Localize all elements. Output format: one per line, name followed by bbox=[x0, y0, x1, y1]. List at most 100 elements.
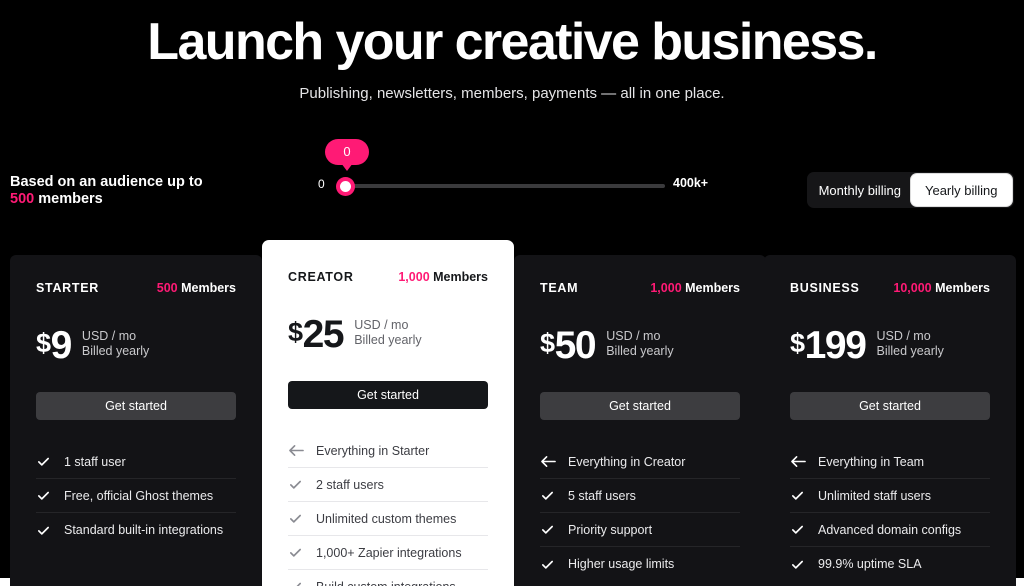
feature-label: 99.9% uptime SLA bbox=[818, 557, 922, 571]
plan-billing-note: Billed yearly bbox=[354, 333, 422, 347]
feature-label: Higher usage limits bbox=[568, 557, 675, 571]
feature-item: 99.9% uptime SLA bbox=[790, 547, 990, 581]
plan-price-row: $50 USD / mo Billed yearly bbox=[540, 325, 740, 371]
plan-members-label: Members bbox=[681, 281, 740, 295]
plan-members: 1,000 Members bbox=[650, 281, 740, 295]
slider-handle[interactable] bbox=[336, 177, 355, 196]
feature-item: Everything in Team bbox=[790, 445, 990, 479]
plan-name: CREATOR bbox=[288, 270, 354, 284]
pricing-card-starter: STARTER 500 Members $9 USD / mo Billed y… bbox=[10, 255, 262, 586]
check-icon bbox=[36, 454, 64, 469]
feature-item: Standard built-in integrations bbox=[36, 513, 236, 547]
plan-price-meta: USD / mo Billed yearly bbox=[354, 314, 421, 348]
feature-item: 1 staff user bbox=[36, 445, 236, 479]
plan-members: 1,000 Members bbox=[398, 270, 488, 284]
card-header: CREATOR 1,000 Members bbox=[288, 270, 488, 288]
audience-summary: Based on an audience up to 500 members bbox=[10, 174, 260, 208]
plan-name: TEAM bbox=[540, 281, 579, 295]
plan-members-count: 1,000 bbox=[398, 270, 430, 284]
feature-label: 2 staff users bbox=[316, 477, 384, 492]
slider-track[interactable] bbox=[336, 184, 665, 188]
check-icon bbox=[36, 523, 64, 538]
check-icon bbox=[540, 522, 568, 537]
plan-price-row: $9 USD / mo Billed yearly bbox=[36, 325, 236, 371]
feature-label: Advanced domain configs bbox=[818, 522, 962, 537]
plan-members-count: 500 bbox=[156, 281, 178, 295]
plan-members: 500 Members bbox=[157, 281, 236, 295]
plan-feature-list: Everything in Creator 5 staff users Prio… bbox=[540, 445, 740, 581]
plan-price-row: $199 USD / mo Billed yearly bbox=[790, 325, 990, 371]
get-started-button[interactable]: Get started bbox=[36, 392, 236, 420]
plan-currency: $ bbox=[36, 328, 51, 358]
plan-price-unit: USD / mo bbox=[606, 329, 661, 343]
feature-item: Advanced domain configs bbox=[790, 513, 990, 547]
plan-currency: $ bbox=[288, 317, 303, 347]
feature-label: Standard built-in integrations bbox=[64, 523, 224, 537]
check-icon bbox=[790, 488, 818, 503]
audience-member-count: 500 bbox=[10, 191, 35, 207]
plan-members: 10,000 Members bbox=[893, 281, 990, 295]
plan-price: $50 bbox=[540, 324, 597, 367]
plan-amount: 50 bbox=[554, 324, 597, 367]
billing-period-toggle[interactable]: Monthly billing Yearly billing bbox=[807, 172, 1014, 208]
plan-members-count: 10,000 bbox=[893, 281, 932, 295]
feature-item: Priority support bbox=[540, 513, 740, 547]
plan-feature-list: Everything in Team Unlimited staff users… bbox=[790, 445, 990, 581]
arrow-left-icon bbox=[540, 454, 568, 469]
page-subtitle: Publishing, newsletters, members, paymen… bbox=[299, 85, 725, 102]
slider-min-label: 0 bbox=[318, 177, 325, 191]
pricing-page: Launch your creative business. Publishin… bbox=[0, 0, 1024, 586]
plan-name: STARTER bbox=[36, 281, 99, 295]
billing-option-yearly[interactable]: Yearly billing bbox=[910, 174, 1012, 206]
check-icon bbox=[540, 488, 568, 503]
feature-label: Free, official Ghost themes bbox=[64, 488, 214, 503]
card-header: TEAM 1,000 Members bbox=[540, 281, 740, 299]
plan-members-count: 1,000 bbox=[650, 281, 682, 295]
plan-price-meta: USD / mo Billed yearly bbox=[82, 325, 149, 359]
feature-label: Everything in Team bbox=[818, 454, 925, 469]
feature-item: Everything in Starter bbox=[288, 434, 488, 468]
pricing-card-business: BUSINESS 10,000 Members $199 USD / mo Bi… bbox=[764, 255, 1016, 586]
get-started-button[interactable]: Get started bbox=[790, 392, 990, 420]
page-title: Launch your creative business. bbox=[147, 13, 878, 71]
feature-label: 1,000+ Zapier integrations bbox=[316, 545, 462, 560]
pricing-card-creator: CREATOR 1,000 Members $25 USD / mo Bille… bbox=[262, 240, 514, 586]
get-started-button[interactable]: Get started bbox=[540, 392, 740, 420]
pricing-cards: STARTER 500 Members $9 USD / mo Billed y… bbox=[0, 240, 1024, 586]
feature-label: 5 staff users bbox=[568, 488, 636, 503]
audience-summary-line1: Based on an audience up to bbox=[10, 174, 203, 190]
feature-label: Unlimited staff users bbox=[818, 488, 932, 503]
check-icon bbox=[36, 488, 64, 503]
feature-label: Build custom integrations bbox=[316, 580, 488, 586]
plan-price-unit: USD / mo bbox=[81, 329, 137, 343]
slider-value-tooltip: 0 bbox=[325, 139, 369, 171]
check-icon bbox=[288, 579, 316, 586]
plan-price: $25 bbox=[288, 313, 345, 356]
audience-member-unit: members bbox=[34, 191, 103, 207]
card-header: BUSINESS 10,000 Members bbox=[790, 281, 990, 299]
plan-billing-note: Billed yearly bbox=[876, 344, 944, 358]
plan-amount: 9 bbox=[50, 324, 73, 367]
plan-amount: 25 bbox=[302, 313, 345, 356]
plan-currency: $ bbox=[540, 328, 555, 358]
feature-item: Higher usage limits bbox=[540, 547, 740, 581]
check-icon bbox=[288, 545, 316, 560]
billing-option-monthly[interactable]: Monthly billing bbox=[809, 174, 911, 206]
feature-label: Priority support bbox=[568, 522, 653, 537]
plan-price: $9 bbox=[36, 324, 73, 367]
plan-billing-note: Billed yearly bbox=[81, 344, 150, 358]
card-header: STARTER 500 Members bbox=[36, 281, 236, 299]
check-icon bbox=[288, 511, 316, 526]
get-started-button[interactable]: Get started bbox=[288, 381, 488, 409]
feature-item: Build custom integrations bbox=[288, 570, 488, 586]
slider-max-label: 400k+ bbox=[673, 176, 709, 190]
plan-billing-note: Billed yearly bbox=[606, 344, 674, 358]
plan-price-unit: USD / mo bbox=[876, 329, 931, 343]
check-icon bbox=[790, 522, 818, 537]
plan-price: $199 bbox=[790, 325, 867, 367]
arrow-left-icon bbox=[288, 443, 316, 458]
hero-section: Launch your creative business. Publishin… bbox=[0, 0, 1024, 104]
arrow-left-icon bbox=[790, 454, 818, 469]
plan-members-label: Members bbox=[429, 270, 488, 284]
audience-slider[interactable]: 0 0 400k+ bbox=[318, 136, 708, 216]
